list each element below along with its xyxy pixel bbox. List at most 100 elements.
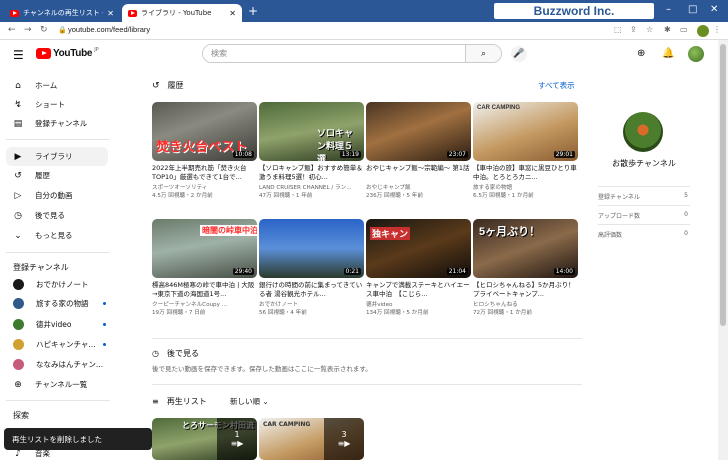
browser-titlebar: チャンネルの再生リスト - YouTube S ✕ ライブラリ - YouTub… [0, 0, 728, 22]
sidebar-item-subscriptions[interactable]: ▤ 登録チャンネル [6, 114, 108, 133]
forward-icon[interactable]: → [24, 25, 32, 35]
video-title[interactable]: 【ソロキャンプ飯】おすすめ簡単＆激うま料理5選！初心... [259, 164, 364, 181]
video-title[interactable]: 【車中泊の旅】車窓に黒豆ひとり車中泊。とろとろカニ... [473, 164, 578, 181]
channel-name[interactable]: スポーツオーソリティ [152, 183, 257, 191]
hamburger-menu-icon[interactable]: ☰ [13, 48, 24, 62]
profile-name: お散歩チャンネル [612, 159, 676, 168]
video-thumbnail[interactable]: 焚き火台ベスト 10:08 [152, 102, 257, 161]
reload-icon[interactable]: ↻ [40, 25, 48, 35]
sidebar-item-home[interactable]: ⌂ ホーム [6, 76, 108, 95]
video-thumbnail[interactable]: CAR CAMPING 29:01 [473, 102, 578, 161]
video-card[interactable]: 独キャン 21:04 キャンプで満載ステーキとハイエース車中泊 【こじら... … [366, 219, 471, 316]
video-card[interactable]: 5ヶ月ぶり！ 14:00 【ヒロシちゃんねる】5か月ぶり！プライベートキャンプ.… [473, 219, 578, 316]
close-tab-icon[interactable]: ✕ [229, 9, 236, 18]
sidebar-sub-channel[interactable]: 旅する家の物語 [6, 294, 108, 313]
sidebar-item-my-videos[interactable]: ▷ 自分の動画 [6, 186, 108, 205]
youtube-logo[interactable]: YouTube JP [36, 47, 99, 59]
channel-name[interactable]: 旅する家の物語 [473, 183, 578, 191]
video-thumbnail[interactable]: 独キャン 21:04 [366, 219, 471, 278]
account-avatar[interactable] [688, 46, 704, 62]
new-content-dot [103, 323, 106, 326]
install-icon[interactable]: ⬚ [614, 25, 622, 34]
sidebar: ⌂ ホーム ↯ ショート ▤ 登録チャンネル ▶ ライブラリ ↺ 履歴 ▷ 自分の動画 ◷ 後… [0, 68, 114, 460]
channel-avatar [13, 279, 24, 290]
sidebar-item-show-more[interactable]: ⌄ もっと見る [6, 226, 108, 245]
channel-name[interactable]: LAND CRUISER CHANNEL / ラン... [259, 183, 364, 191]
channel-name[interactable]: ヒロシちゃんねる [473, 300, 578, 308]
duration-badge: 13:19 [339, 151, 361, 158]
video-title[interactable]: 2022年上半期売れ筋「焚き火台TOP10」厳選もできて1台で... [152, 164, 257, 181]
my-videos-icon: ▷ [14, 190, 22, 201]
history-icon: ↺ [14, 170, 22, 181]
close-tab-icon[interactable]: ✕ [107, 9, 114, 18]
channel-name[interactable]: おでかけノート [259, 300, 364, 308]
video-meta: 72万 回視聴・1 か月前 [473, 310, 532, 316]
watch-later-title: 後で見る [166, 349, 199, 358]
video-card[interactable]: 0:21 銀行けの時間の前に集まってきている者 湯谷観光ホテル... おでかけノ… [259, 219, 364, 316]
duration-badge: 10:08 [232, 151, 254, 158]
lock-icon: 🔒 [58, 26, 67, 34]
back-icon[interactable]: ← [8, 25, 16, 35]
duration-badge: 23:07 [446, 151, 468, 158]
divider [152, 384, 582, 385]
video-card[interactable]: 暗闇の峠車中泊 29:40 標高846M極寒の峠で車中泊 | 大阪→東京下道の海… [152, 219, 257, 316]
menu-icon[interactable]: ⋮ [713, 25, 721, 34]
sidebar-sub-channel[interactable]: ななみはんチャン... [6, 355, 108, 374]
scrollbar-thumb[interactable] [720, 44, 726, 326]
notifications-bell-icon[interactable]: 🔔 [662, 48, 674, 59]
sidebar-item-shorts[interactable]: ↯ ショート [6, 95, 108, 114]
divider [6, 252, 110, 253]
channel-name[interactable]: 德井video [366, 300, 471, 308]
search-button[interactable]: ⌕ [465, 45, 501, 62]
video-thumbnail[interactable]: 0:21 [259, 219, 364, 278]
video-card[interactable]: 23:07 おやじキャンプ飯〜宗範編〜 第1話 おやじキャンプ飯 236万 回視… [366, 102, 471, 199]
sidebar-sub-channel[interactable]: おでかけノート [6, 275, 108, 294]
voice-search-icon[interactable]: 🎤 [511, 46, 527, 62]
channel-avatar [13, 359, 24, 370]
sidebar-sub-channel[interactable]: ハピキャンチャ... [6, 335, 108, 354]
video-card[interactable]: CAR CAMPING 29:01 【車中泊の旅】車窓に黒豆ひとり車中泊。とろと… [473, 102, 578, 199]
sidebar-item-library[interactable]: ▶ ライブラリ [6, 147, 108, 166]
search-input[interactable] [203, 45, 465, 62]
video-title[interactable]: おやじキャンプ飯〜宗範編〜 第1話 [366, 164, 471, 181]
video-title[interactable]: 銀行けの時間の前に集まってきている者 湯谷観光ホテル... [259, 281, 364, 298]
sidebar-sub-channel[interactable]: 德井video [6, 315, 108, 334]
watch-later-icon: ◷ [14, 210, 22, 221]
minimize-icon[interactable]: – [666, 4, 671, 15]
video-thumbnail[interactable]: 暗闇の峠車中泊 29:40 [152, 219, 257, 278]
video-title[interactable]: 標高846M極寒の峠で車中泊 | 大阪→東京下道の海国道1号... [152, 281, 257, 298]
video-thumbnail[interactable]: ソロキャン料理５選 13:19 [259, 102, 364, 161]
library-icon: ▶ [14, 151, 22, 162]
create-video-icon[interactable]: ⊕ [637, 48, 645, 59]
share-icon[interactable]: ⇪ [630, 25, 637, 34]
video-meta: 134万 回視聴・5 か月前 [366, 310, 429, 316]
maximize-icon[interactable]: □ [688, 4, 697, 15]
sidebar-item-watch-later[interactable]: ◷ 後で見る [6, 206, 108, 225]
sidebar-item-history[interactable]: ↺ 履歴 [6, 166, 108, 185]
browser-tab-playlists[interactable]: チャンネルの再生リスト - YouTube S ✕ [4, 4, 120, 22]
new-tab-icon[interactable]: + [248, 4, 258, 18]
video-title[interactable]: 【ヒロシちゃんねる】5か月ぶり！プライベートキャンプ... [473, 281, 578, 298]
extensions-icon[interactable]: ✱ [664, 25, 671, 34]
url-field[interactable]: youtube.com/feed/library [68, 25, 150, 34]
video-card[interactable]: 焚き火台ベスト 10:08 2022年上半期売れ筋「焚き火台TOP10」厳選もで… [152, 102, 257, 199]
playlist-thumbnail[interactable]: CAR CAMPING 3 ≡▶ [259, 418, 364, 460]
video-thumbnail[interactable]: 23:07 [366, 102, 471, 161]
channel-name[interactable]: おやじキャンプ飯 [366, 183, 471, 191]
video-title[interactable]: キャンプで満載ステーキとハイエース車中泊 【こじら... [366, 281, 471, 298]
sidepanel-icon[interactable]: ▭ [680, 25, 688, 34]
stat-subscriptions: 登録チャンネル 5 [598, 186, 690, 205]
youtube-favicon-icon [10, 9, 19, 17]
channel-name[interactable]: クーピーチャンネルCoupy ... [152, 300, 257, 308]
close-window-icon[interactable]: ✕ [710, 4, 718, 15]
see-all-link[interactable]: すべて表示 [538, 80, 575, 91]
sort-dropdown[interactable]: 新しい順 ⌄ [230, 396, 269, 407]
sidebar-item-all-channels[interactable]: ⊕ チャンネル一覧 [6, 375, 108, 394]
browser-profile-avatar[interactable] [697, 25, 709, 37]
browser-tab-library[interactable]: ライブラリ - YouTube ✕ [122, 4, 242, 22]
video-card[interactable]: ソロキャン料理５選 13:19 【ソロキャンプ飯】おすすめ簡単＆激うま料理5選！… [259, 102, 364, 199]
star-icon[interactable]: ☆ [646, 25, 653, 34]
video-thumbnail[interactable]: 5ヶ月ぶり！ 14:00 [473, 219, 578, 278]
video-meta: 19万 回視聴・7 日前 [152, 310, 206, 316]
playlist-thumbnail[interactable]: とろサーモン村田流 1≡▶ [152, 418, 257, 460]
